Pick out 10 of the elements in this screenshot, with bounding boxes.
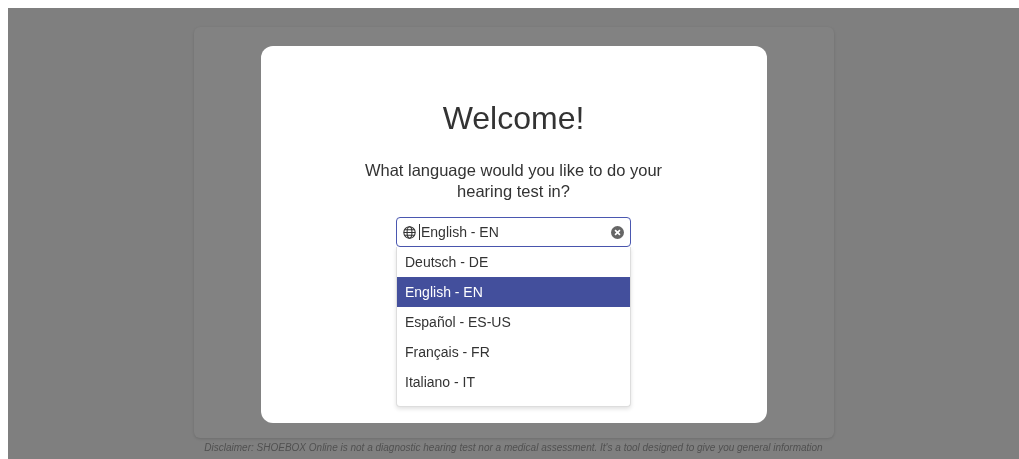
- language-option[interactable]: Français - FR: [397, 337, 630, 367]
- dialog-title: Welcome!: [442, 99, 585, 138]
- language-option[interactable]: Deutsch - DE: [397, 247, 630, 277]
- select-value: English - EN: [419, 224, 608, 240]
- language-option[interactable]: Italiano - IT: [397, 367, 630, 397]
- clear-icon[interactable]: [611, 225, 624, 239]
- language-question: What language would you like to do your hearing test in?: [363, 160, 664, 202]
- globe-icon: [403, 225, 416, 239]
- language-option[interactable]: Español - ES-US: [397, 307, 630, 337]
- language-option[interactable]: English - EN: [397, 277, 630, 307]
